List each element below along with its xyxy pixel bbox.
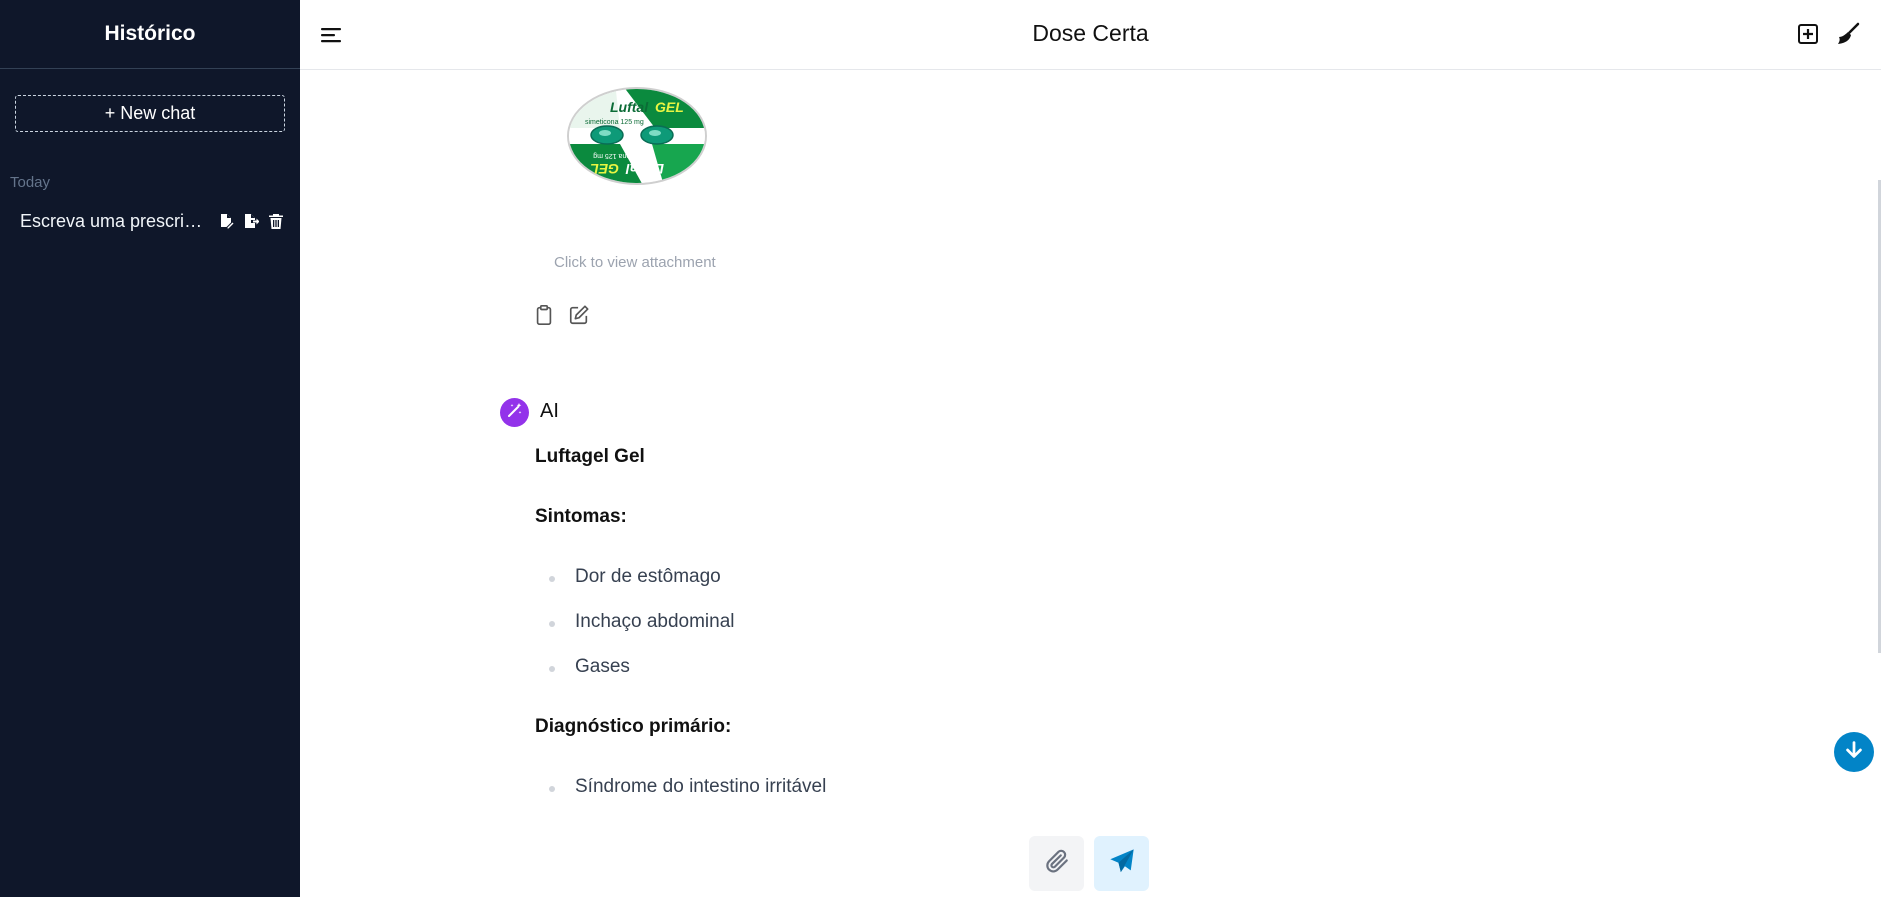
paper-plane-icon [1108, 847, 1136, 880]
list-item: Dor de estômago [549, 566, 721, 587]
list-item: Síndrome do intestino irritável [548, 776, 827, 797]
history-item-label[interactable]: Escreva uma prescrição... [20, 211, 210, 232]
ai-author-name: AI [540, 400, 559, 422]
attachment-image[interactable]: Luftal GEL simeticona 125 mg Luftal GEL … [560, 82, 715, 207]
history-item[interactable]: Escreva uma prescrição... [20, 209, 285, 233]
ai-avatar [500, 398, 529, 427]
copy-clipboard-icon[interactable] [533, 304, 555, 326]
medication-heading: Luftagel Gel [535, 446, 645, 467]
history-item-actions [218, 213, 284, 229]
attachment-brand-text: Luftal [610, 99, 649, 115]
paperclip-icon [1044, 848, 1070, 879]
attachment-subtext: simeticona 125 mg [585, 119, 644, 126]
history-section-label: Today [10, 174, 51, 191]
edit-icon[interactable] [568, 304, 590, 326]
send-button[interactable] [1094, 836, 1149, 891]
svg-text:Luftal: Luftal [625, 161, 664, 177]
diagnosis-heading: Diagnóstico primário: [535, 716, 732, 737]
svg-text:GEL: GEL [655, 99, 684, 115]
scroll-down-button[interactable] [1834, 732, 1874, 772]
attach-file-button[interactable] [1029, 836, 1084, 891]
app-title: Dose Certa [1032, 20, 1149, 46]
list-item: Inchaço abdominal [549, 611, 735, 632]
trash-icon[interactable] [268, 213, 284, 229]
export-icon[interactable] [243, 213, 259, 229]
rename-icon[interactable] [218, 213, 234, 229]
magic-wand-icon [507, 402, 523, 423]
symptoms-heading: Sintomas: [535, 506, 627, 527]
top-header: Dose Certa [300, 0, 1881, 70]
svg-text:GEL: GEL [590, 161, 619, 177]
sidebar: Histórico + New chat Today Escreva uma p… [0, 0, 300, 897]
new-chat-button[interactable]: + New chat [15, 95, 285, 132]
clear-chat-broom-icon[interactable] [1836, 22, 1860, 46]
new-chat-icon[interactable] [1796, 22, 1820, 46]
svg-text:simeticona 125 mg: simeticona 125 mg [593, 152, 652, 159]
app-window: Histórico + New chat Today Escreva uma p… [0, 0, 1881, 897]
list-item: Gases [549, 656, 630, 677]
sidebar-title: Histórico [0, 0, 300, 69]
view-attachment-link[interactable]: Click to view attachment [554, 254, 716, 271]
message-actions [533, 304, 590, 326]
arrow-down-icon [1843, 739, 1865, 766]
